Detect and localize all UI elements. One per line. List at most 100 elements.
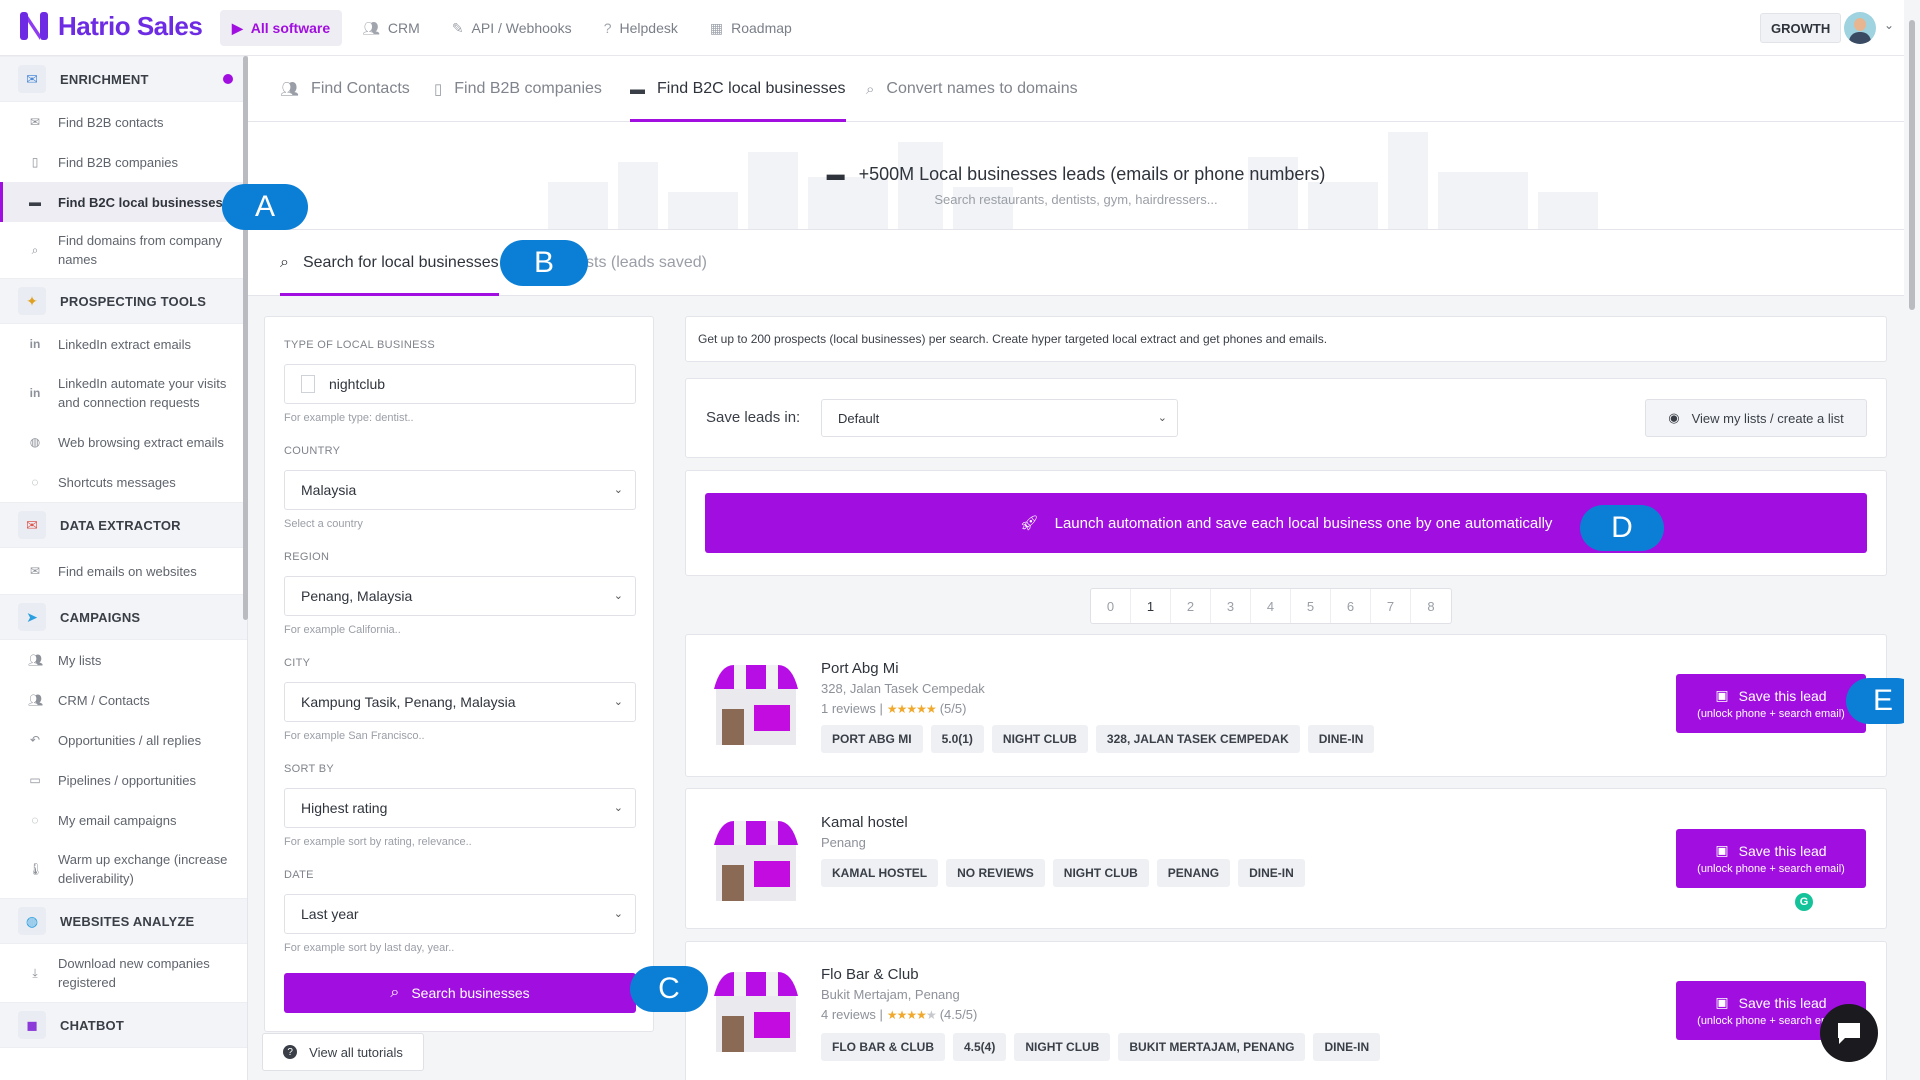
tag: DINE-IN [1307, 725, 1375, 753]
list-value: Default [838, 410, 880, 426]
sidebar-item-linkedin-automate[interactable]: in LinkedIn automate your visits and conn… [0, 364, 247, 422]
sidebar-section-chatbot[interactable]: ◼ CHATBOT [0, 1002, 247, 1048]
business-name[interactable]: Kamal hostel [821, 814, 908, 831]
business-reviews: 1 reviews | ★★★★★ (5/5) [821, 701, 966, 716]
search-businesses-button[interactable]: ⌕ Search businesses [284, 973, 636, 1013]
page-button[interactable]: 4 [1251, 589, 1291, 623]
chevron-down-icon[interactable]: ⌄ [1884, 18, 1894, 32]
sort-select[interactable]: Highest rating ⌄ [284, 788, 636, 828]
tab-find-contacts[interactable]: 👥︎ Find Contacts [280, 56, 410, 122]
save-lead-button[interactable]: ▣ Save this lead (unlock phone + search e… [1676, 829, 1866, 888]
sidebar-item-download-companies[interactable]: ⤓ Download new companies registered [0, 944, 247, 1002]
sidebar-section-extractor[interactable]: ✉ DATA EXTRACTOR [0, 502, 247, 548]
sidebar-item-label: Find domains from company names [58, 233, 223, 267]
nav-roadmap[interactable]: ▦ Roadmap [698, 10, 804, 46]
thermometer-icon: 🌡︎ [28, 861, 44, 876]
save-lead-button[interactable]: ▣ Save this lead (unlock phone + search e… [1676, 674, 1866, 733]
business-tags: FLO BAR & CLUB 4.5(4) NIGHT CLUB BUKIT M… [821, 1033, 1381, 1061]
automation-panel: 🚀︎ Launch automation and save each local … [685, 470, 1887, 576]
tag: PORT ABG MI [821, 725, 923, 753]
sidebar-item-web-browsing[interactable]: ◍ Web browsing extract emails [0, 422, 247, 462]
sidebar-section-campaigns[interactable]: ➤ CAMPAIGNS [0, 594, 247, 640]
tab-find-b2b-companies[interactable]: ▯ Find B2B companies [434, 56, 602, 122]
sidebar-item-emails-websites[interactable]: ✉ Find emails on websites [0, 548, 247, 594]
sidebar-section-websites[interactable]: ◍ WEBSITES ANALYZE [0, 898, 247, 944]
view-tutorials-button[interactable]: ? View all tutorials [262, 1033, 424, 1071]
grammarly-icon[interactable]: G [1795, 893, 1813, 911]
result-card: Flo Bar & Club Bukit Mertajam, Penang 4 … [685, 941, 1887, 1080]
sidebar-item-label: CRM / Contacts [58, 692, 150, 708]
sidebar-item-b2b-contacts[interactable]: ✉ Find B2B contacts [0, 102, 247, 142]
tab-convert-domains[interactable]: ⌕ Convert names to domains [866, 56, 1078, 122]
sidebar-item-b2b-companies[interactable]: ▯ Find B2B companies [0, 142, 247, 182]
avatar[interactable] [1844, 12, 1876, 44]
info-banner: Get up to 200 prospects (local businesse… [685, 316, 1887, 362]
shop-icon [714, 665, 798, 745]
nav-all-software[interactable]: ▶ All software [220, 10, 343, 46]
chat-widget-button[interactable] [1820, 1004, 1878, 1062]
page-button[interactable]: 8 [1411, 589, 1451, 623]
sidebar-item-opportunities[interactable]: ↶ Opportunities / all replies [0, 720, 247, 760]
nav-helpdesk[interactable]: ? Helpdesk [592, 10, 690, 46]
page-button[interactable]: 0 [1091, 589, 1131, 623]
tag: BUKIT MERTAJAM, PENANG [1118, 1033, 1306, 1061]
building-icon [301, 375, 315, 393]
play-icon: ▶ [232, 19, 243, 36]
tag: FLO BAR & CLUB [821, 1033, 945, 1061]
search-subtabs: ⌕ Search for local businesses sts (leads … [248, 230, 1904, 296]
city-value: Kampung Tasik, Penang, Malaysia [301, 694, 516, 710]
sidebar-item-my-lists[interactable]: 👥︎ My lists [0, 640, 247, 680]
business-name[interactable]: Flo Bar & Club [821, 966, 919, 983]
plan-badge[interactable]: GROWTH [1760, 13, 1842, 43]
page-button[interactable]: 7 [1371, 589, 1411, 623]
page-button[interactable]: 2 [1171, 589, 1211, 623]
sidebar-item-label: My lists [58, 652, 102, 668]
chevron-down-icon: ⌄ [613, 484, 623, 496]
sidebar-item-domains[interactable]: ⌕ Find domains from company names [0, 222, 247, 278]
result-card: Kamal hostel Penang KAMAL HOSTEL NO REVI… [685, 788, 1887, 929]
sidebar-section-prospecting[interactable]: ✦ PROSPECTING TOOLS [0, 278, 247, 324]
business-name[interactable]: Port Abg Mi [821, 660, 899, 677]
nav-crm[interactable]: 👥︎ CRM [350, 10, 432, 46]
date-select[interactable]: Last year ⌄ [284, 894, 636, 934]
sidebar-item-email-campaigns[interactable]: ◌ My email campaigns [0, 800, 247, 840]
sidebar-item-label: My email campaigns [58, 812, 177, 828]
subtab-lists[interactable]: sts (leads saved) [586, 230, 707, 296]
sidebar-item-label: Find B2B contacts [58, 114, 164, 130]
money-icon: ▭ [29, 773, 41, 787]
sort-help: For example sort by rating, relevance.. [284, 836, 472, 848]
users-icon: 👥︎ [362, 19, 380, 36]
sidebar-item-shortcuts[interactable]: ◌ Shortcuts messages [0, 462, 247, 502]
subtab-search[interactable]: ⌕ Search for local businesses [280, 230, 499, 296]
page-scrollbar[interactable] [1904, 0, 1920, 1080]
sidebar-item-pipelines[interactable]: ▭ Pipelines / opportunities [0, 760, 247, 800]
chevron-down-icon: ⌄ [613, 696, 623, 708]
save-list-select[interactable]: Default ⌄ [821, 399, 1178, 437]
page-button-current[interactable]: 1 [1131, 589, 1171, 623]
sidebar-item-warm-up[interactable]: 🌡︎ Warm up exchange (increase deliverabil… [0, 840, 247, 898]
save-icon: ▣ [1715, 842, 1729, 858]
sidebar-item-b2c-local[interactable]: ▬ Find B2C local businesses [0, 182, 247, 222]
nav-api-webhooks[interactable]: ✎ API / Webhooks [440, 10, 584, 46]
page-button[interactable]: 5 [1291, 589, 1331, 623]
building-icon: ▯ [31, 155, 39, 169]
launch-automation-button[interactable]: 🚀︎ Launch automation and save each local … [705, 493, 1867, 553]
page-button[interactable]: 3 [1211, 589, 1251, 623]
page-button[interactable]: 6 [1331, 589, 1371, 623]
chat-bubble-icon: ◌ [31, 475, 39, 489]
section-label: DATA EXTRACTOR [60, 517, 181, 533]
city-select[interactable]: Kampung Tasik, Penang, Malaysia ⌄ [284, 682, 636, 722]
app-logo[interactable]: Hatrio Sales [20, 10, 203, 42]
sort-value: Highest rating [301, 800, 388, 816]
sidebar-item-linkedin-extract[interactable]: in LinkedIn extract emails [0, 324, 247, 364]
search-icon: ⌕ [390, 984, 400, 1001]
sidebar-item-crm-contacts[interactable]: 👥︎ CRM / Contacts [0, 680, 247, 720]
sidebar-section-enrichment[interactable]: ✉ ENRICHMENT [0, 56, 247, 102]
region-select[interactable]: Penang, Malaysia ⌄ [284, 576, 636, 616]
scrollbar-thumb[interactable] [1909, 20, 1915, 310]
type-input[interactable]: nightclub [284, 364, 636, 404]
tab-find-b2c-local[interactable]: ▬ Find B2C local businesses [630, 56, 846, 122]
country-select[interactable]: Malaysia ⌄ [284, 470, 636, 510]
view-lists-button[interactable]: ◉ View my lists / create a list [1645, 399, 1867, 437]
callout-marker-c: C [630, 966, 708, 1012]
